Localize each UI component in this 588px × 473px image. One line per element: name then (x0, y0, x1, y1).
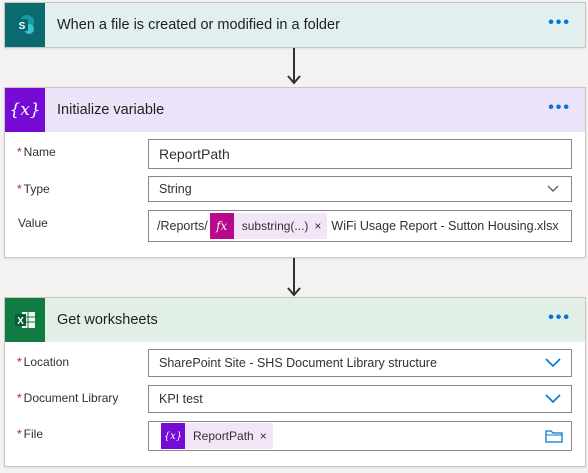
location-label: * Location (17, 355, 70, 369)
name-row: * Name ReportPath (17, 139, 583, 169)
value-label: Value (18, 216, 48, 230)
svg-text:S: S (19, 21, 26, 32)
get-worksheets-header[interactable]: X Get worksheets ••• (5, 298, 585, 342)
remove-token-icon[interactable]: × (260, 429, 273, 443)
function-icon: fx (209, 213, 234, 239)
document-library-dropdown[interactable]: KPI test (148, 385, 572, 413)
down-arrow-icon (287, 75, 301, 85)
initialize-variable-title: Initialize variable (57, 102, 165, 118)
variable-name-input[interactable]: ReportPath (148, 139, 572, 169)
trigger-header[interactable]: S When a file is created or modified in … (5, 3, 585, 47)
value-suffix-text: WiFi Usage Report - Sutton Housing.xlsx (331, 219, 559, 233)
variable-icon: {x} (161, 423, 185, 449)
type-row: * Type String (17, 176, 583, 206)
connector-arrow-2 (287, 258, 301, 297)
chevron-down-icon[interactable] (545, 394, 561, 404)
remove-token-icon[interactable]: × (314, 219, 327, 233)
connector-arrow-1 (287, 48, 301, 85)
trigger-more-options-button[interactable]: ••• (548, 15, 571, 31)
document-library-row: * Document Library KPI test (17, 385, 583, 415)
variable-type-dropdown[interactable]: String (148, 176, 572, 202)
file-input[interactable]: {x} ReportPath × (148, 421, 572, 451)
substring-expression-token[interactable]: fx substring(...) × (209, 213, 328, 239)
trigger-card[interactable]: S When a file is created or modified in … (4, 2, 586, 48)
chevron-down-icon[interactable] (545, 358, 561, 368)
document-library-label: * Document Library (17, 391, 119, 405)
initialize-variable-header[interactable]: {x} Initialize variable ••• (5, 88, 585, 132)
file-label: * File (17, 427, 44, 441)
svg-text:X: X (17, 316, 24, 327)
down-arrow-icon (287, 287, 301, 297)
location-row: * Location SharePoint Site - SHS Document… (17, 349, 583, 379)
get-worksheets-title: Get worksheets (57, 312, 158, 328)
location-dropdown[interactable]: SharePoint Site - SHS Document Library s… (148, 349, 572, 377)
value-prefix-text: /Reports/ (157, 219, 208, 233)
reportpath-variable-token[interactable]: {x} ReportPath × (161, 423, 273, 449)
excel-icon: X (5, 298, 45, 342)
get-worksheets-more-options-button[interactable]: ••• (548, 310, 571, 326)
folder-icon[interactable] (545, 429, 563, 443)
name-label: * Name (17, 145, 56, 159)
chevron-down-icon[interactable] (547, 185, 559, 193)
initialize-variable-more-options-button[interactable]: ••• (548, 100, 571, 116)
type-label: * Type (17, 182, 50, 196)
get-worksheets-card[interactable]: X Get worksheets ••• * Location SharePoin… (4, 297, 586, 467)
variable-value-input[interactable]: /Reports/ fx substring(...) × WiFi Usage… (148, 210, 572, 242)
file-row: * File {x} ReportPath × (17, 421, 583, 451)
trigger-title: When a file is created or modified in a … (57, 17, 340, 33)
initialize-variable-card[interactable]: {x} Initialize variable ••• * Name Report… (4, 87, 586, 258)
value-row: Value /Reports/ fx substring(...) × WiFi… (17, 210, 583, 242)
sharepoint-icon: S (5, 3, 45, 47)
variable-icon: {x} (5, 88, 45, 132)
